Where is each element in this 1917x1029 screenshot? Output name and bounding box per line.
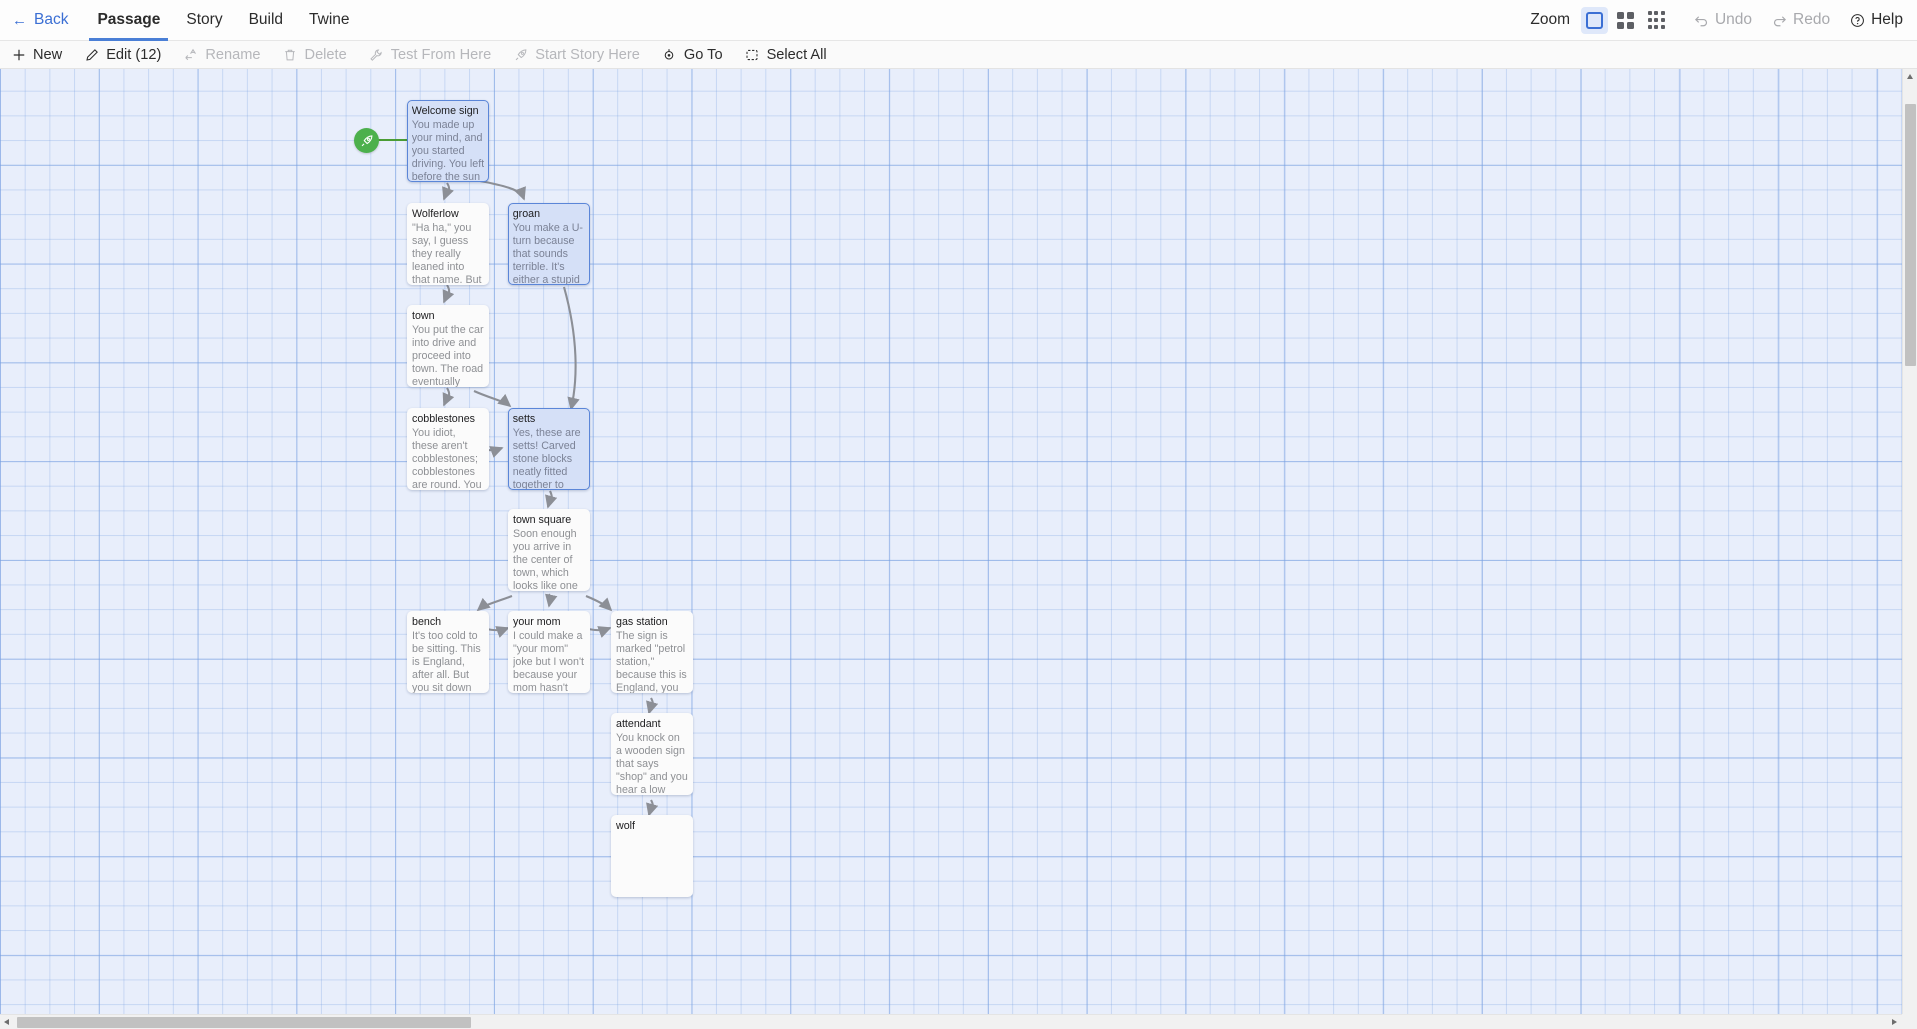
horizontal-scrollbar[interactable] (0, 1014, 1917, 1029)
menu-tabs: Passage Story Build Twine (84, 0, 362, 41)
start-story-here-button[interactable]: Start Story Here (502, 41, 651, 69)
passage-card-bench[interactable]: bench It's too cold to be sitting. This … (407, 611, 489, 693)
new-passage-button[interactable]: New (0, 41, 73, 69)
passage-excerpt: You make a U-turn because that sounds te… (513, 222, 586, 285)
undo-button[interactable]: Undo (1694, 11, 1752, 29)
rename-passage-label: Rename (205, 47, 260, 63)
passage-excerpt: You idiot, these aren't cobblestones; co… (412, 427, 484, 490)
passage-title: groan (513, 208, 586, 221)
passage-card-wolferlow[interactable]: Wolferlow "Ha ha," you say, I guess they… (407, 203, 489, 285)
new-passage-label: New (33, 47, 62, 63)
rocket-icon (360, 134, 374, 148)
story-map-canvas[interactable]: Welcome sign You made up your mind, and … (0, 69, 1902, 1014)
passage-card-wolf[interactable]: wolf (611, 815, 693, 897)
passage-card-gas-station[interactable]: gas station The sign is marked "petrol s… (611, 611, 693, 693)
passage-card-cobblestones[interactable]: cobblestones You idiot, these aren't cob… (407, 408, 489, 490)
rename-passage-button[interactable]: Rename (172, 41, 271, 69)
passage-toolbar: New Edit (12) Rename Delete Test From He… (0, 41, 1917, 69)
rocket-icon (513, 47, 528, 62)
menu-bar-right: Zoom Undo Redo Help (1530, 7, 1917, 34)
passage-title: gas station (616, 616, 688, 629)
passage-title: bench (412, 616, 484, 629)
tab-twine[interactable]: Twine (296, 0, 363, 41)
zoom-level-small-button[interactable] (1643, 7, 1670, 34)
passage-card-welcome-sign[interactable]: Welcome sign You made up your mind, and … (407, 100, 489, 182)
rename-icon (183, 47, 198, 62)
passage-card-groan[interactable]: groan You make a U-turn because that sou… (508, 203, 590, 285)
passage-excerpt: The sign is marked "petrol station," bec… (616, 630, 688, 693)
passage-excerpt: You put the car into drive and proceed i… (412, 324, 484, 387)
question-circle-icon (1850, 13, 1865, 28)
left-arrow-icon: ← (12, 13, 27, 28)
passage-title: wolf (616, 820, 688, 833)
vertical-scrollbar[interactable] (1902, 69, 1917, 1014)
delete-passage-label: Delete (305, 47, 347, 63)
scrollbar-corner (1902, 1014, 1917, 1029)
tab-story[interactable]: Story (173, 0, 235, 41)
plus-icon (11, 47, 26, 62)
scroll-right-arrow-icon[interactable] (1892, 1019, 1897, 1025)
select-all-button[interactable]: Select All (734, 41, 838, 69)
wrench-icon (369, 47, 384, 62)
passage-title: town (412, 310, 484, 323)
passage-title: cobblestones (412, 413, 484, 426)
edit-passage-button[interactable]: Edit (12) (73, 41, 172, 69)
horizontal-scrollbar-thumb[interactable] (17, 1017, 471, 1028)
zoom-level-large-button[interactable] (1581, 7, 1608, 34)
tab-passage[interactable]: Passage (84, 0, 173, 41)
passage-excerpt: Yes, these are setts! Carved stone block… (513, 427, 586, 490)
passage-excerpt: I could make a "your mom" joke but I won… (513, 630, 585, 693)
passage-card-town[interactable]: town You put the car into drive and proc… (407, 305, 489, 387)
start-connector-line (376, 139, 411, 141)
nine-dot-grid-icon (1648, 11, 1665, 28)
go-to-button[interactable]: Go To (651, 41, 734, 69)
passage-title: your mom (513, 616, 585, 629)
dashed-box-icon (745, 47, 760, 62)
go-to-label: Go To (684, 47, 723, 63)
four-square-grid-icon (1617, 12, 1634, 29)
help-label: Help (1871, 11, 1903, 29)
single-large-square-icon (1586, 12, 1603, 29)
passage-excerpt: It's too cold to be sitting. This is Eng… (412, 630, 484, 693)
passage-excerpt: You made up your mind, and you started d… (412, 119, 485, 182)
trash-icon (283, 47, 298, 62)
redo-button[interactable]: Redo (1772, 11, 1830, 29)
scroll-up-arrow-icon[interactable] (1907, 74, 1913, 79)
passage-title: Welcome sign (412, 105, 485, 118)
passage-title: Wolferlow (412, 208, 484, 221)
passage-title: setts (513, 413, 586, 426)
test-from-here-label: Test From Here (391, 47, 492, 63)
help-button[interactable]: Help (1850, 11, 1903, 29)
scroll-left-arrow-icon[interactable] (4, 1019, 9, 1025)
passage-card-attendant[interactable]: attendant You knock on a wooden sign tha… (611, 713, 693, 795)
delete-passage-button[interactable]: Delete (272, 41, 358, 69)
redo-arrow-icon (1772, 13, 1787, 28)
zoom-level-medium-button[interactable] (1612, 7, 1639, 34)
passage-excerpt: Soon enough you arrive in the center of … (513, 528, 585, 591)
passage-excerpt: "Ha ha," you say, I guess they really le… (412, 222, 484, 285)
passage-card-your-mom[interactable]: your mom I could make a "your mom" joke … (508, 611, 590, 693)
passage-title: attendant (616, 718, 688, 731)
redo-label: Redo (1793, 11, 1830, 29)
zoom-label: Zoom (1530, 11, 1570, 29)
select-all-label: Select All (767, 47, 827, 63)
start-story-here-label: Start Story Here (535, 47, 640, 63)
passage-card-setts[interactable]: setts Yes, these are setts! Carved stone… (508, 408, 590, 490)
pencil-icon (84, 47, 99, 62)
menu-bar: ← Back Passage Story Build Twine Zoom Un… (0, 0, 1917, 41)
start-story-marker[interactable] (354, 128, 379, 153)
undo-arrow-icon (1694, 13, 1709, 28)
test-from-here-button[interactable]: Test From Here (358, 41, 503, 69)
tab-build[interactable]: Build (236, 0, 296, 41)
passage-link-arrows (0, 69, 1902, 1014)
passage-title: town square (513, 514, 585, 527)
passage-card-town-square[interactable]: town square Soon enough you arrive in th… (508, 509, 590, 591)
passage-excerpt: You knock on a wooden sign that says "sh… (616, 732, 688, 795)
undo-label: Undo (1715, 11, 1752, 29)
vertical-scrollbar-thumb[interactable] (1905, 104, 1916, 366)
target-icon (662, 47, 677, 62)
back-label: Back (34, 11, 68, 29)
edit-passage-label: Edit (12) (106, 47, 161, 63)
back-button[interactable]: ← Back (12, 11, 68, 29)
